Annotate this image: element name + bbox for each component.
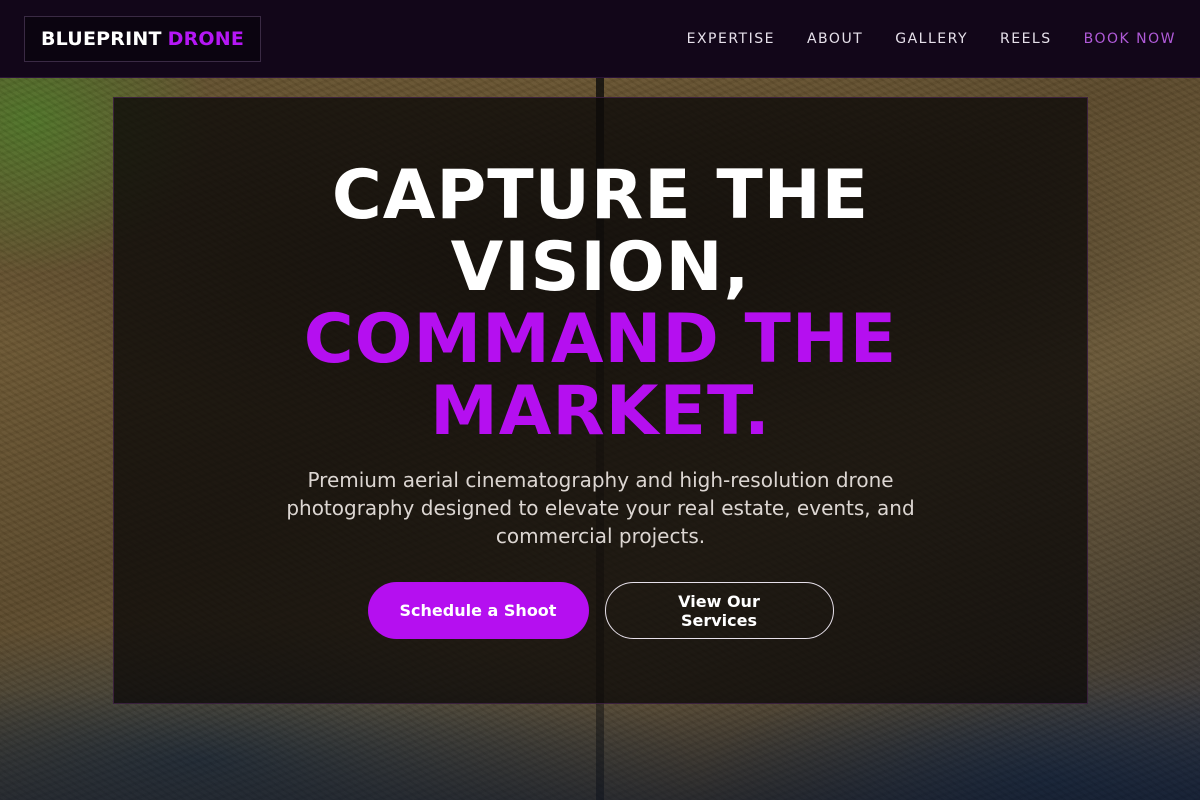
headline-line-2: COMMAND THE MARKET. xyxy=(303,300,898,451)
logo-accent-text: DRONE xyxy=(167,28,245,50)
nav-link-about[interactable]: ABOUT xyxy=(807,31,863,47)
hero-buttons: Schedule a Shoot View Our Services xyxy=(114,582,1087,639)
background-bottom-shade xyxy=(0,690,1200,800)
hero-headline: CAPTURE THE VISION, COMMAND THE MARKET. xyxy=(261,160,941,448)
logo-primary-text: BLUEPRINT xyxy=(41,28,162,50)
nav-link-reels[interactable]: REELS xyxy=(1000,31,1052,47)
hero-panel: CAPTURE THE VISION, COMMAND THE MARKET. … xyxy=(113,97,1088,704)
nav-link-expertise[interactable]: EXPERTISE xyxy=(687,31,775,47)
nav-link-gallery[interactable]: GALLERY xyxy=(895,31,968,47)
hero-subtitle: Premium aerial cinematography and high-r… xyxy=(286,468,915,548)
headline-line-1: CAPTURE THE VISION, xyxy=(331,156,870,307)
view-services-button[interactable]: View Our Services xyxy=(604,582,834,639)
top-navbar: BLUEPRINT DRONE EXPERTISE ABOUT GALLERY … xyxy=(0,0,1200,78)
nav-link-book-now[interactable]: BOOK NOW xyxy=(1084,31,1176,47)
schedule-shoot-button[interactable]: Schedule a Shoot xyxy=(367,582,589,639)
nav-links: EXPERTISE ABOUT GALLERY REELS BOOK NOW xyxy=(687,0,1176,78)
site-logo[interactable]: BLUEPRINT DRONE xyxy=(24,16,262,62)
